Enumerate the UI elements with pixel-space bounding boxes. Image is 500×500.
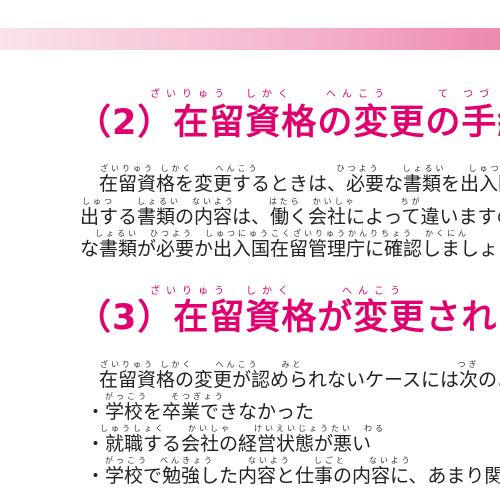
bullet-item: ・学校を卒業できなかった: [86, 401, 315, 423]
ruby-line: ざいりゅう しかく へんこう ひつよう しょるい しゅつにゅうこくざいりゅう: [100, 164, 500, 173]
ruby-line: しゅうしょく かいしゃ けいえいじょうたい わる: [100, 424, 386, 433]
header-band: [0, 28, 500, 50]
ruby-line: ざいりゅう しかく へんこう みと つぎ: [100, 360, 480, 369]
ruby-line: しょるい ひつよう しゅつにゅうこくざいりゅうかんりちょう かくにん: [95, 229, 469, 238]
bullet-item: ・学校で勉強した内容と仕事の内容に、あまり関連が: [86, 465, 500, 487]
paragraph-line: 出する書類の内容は、働く会社によって違いますので、: [80, 206, 500, 228]
heading-ruby: ざいりゅう しかく へんこう: [150, 286, 406, 297]
paragraph-line: 在留資格の変更が認められないケースには次のような: [99, 369, 500, 391]
paragraph-line: な書類が必要か出入国在留管理庁に確認しましょう。: [80, 238, 500, 260]
ruby-line: がっこう べんきょう ないよう しごと ないよう: [105, 456, 413, 465]
page: ざいりゅう しかく へんこう て つづ （2）在留資格の変更の手続 ざいりゅう …: [0, 0, 500, 500]
paragraph-line: 在留資格を変更するときは、必要な書類を出入国在留: [99, 173, 500, 195]
section-heading: （2）在留資格の変更の手続: [76, 103, 500, 143]
ruby-line: がっこう そつぎょう: [105, 392, 226, 401]
bullet-item: ・就職する会社の経営状態が悪い: [86, 433, 372, 455]
section-heading: （3）在留資格が変更されな: [76, 298, 500, 338]
heading-ruby: ざいりゅう しかく へんこう て つづ: [150, 89, 496, 100]
ruby-line: しゅつ しょるい ないよう はたら かいしゃ ちが: [82, 197, 423, 206]
